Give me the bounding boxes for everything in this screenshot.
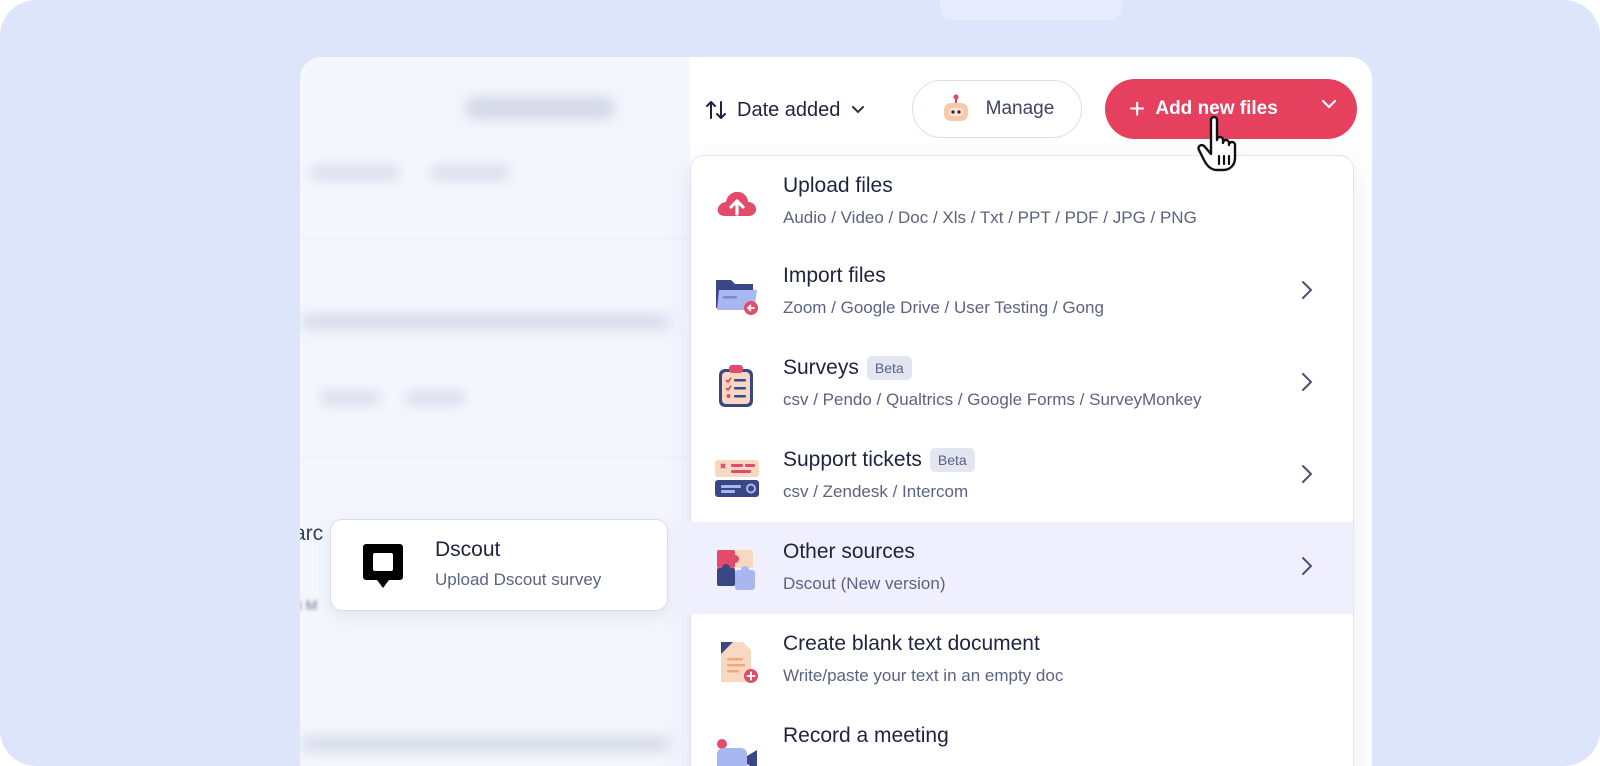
app-window: arc ri M Date added Manag: [300, 57, 1372, 766]
chevron-right-icon: [1302, 557, 1313, 575]
menu-item-title: Surveys Beta: [783, 356, 912, 380]
partial-row-text: arc: [300, 522, 324, 545]
submenu-item-title: Dscout: [435, 538, 501, 561]
chevron-right-icon: [1302, 465, 1313, 483]
chevron-down-icon: [852, 106, 865, 114]
partial-row-meta: ri M: [300, 597, 318, 613]
menu-item-title: Record a meeting: [783, 724, 949, 747]
menu-item-subtitle: Audio / Video / Doc / Xls / Txt / PPT / …: [783, 208, 1197, 227]
document-add-icon: [721, 642, 758, 683]
manage-label: Manage: [985, 98, 1055, 119]
menu-item-title: Import files: [783, 264, 886, 287]
menu-item-title: Support tickets Beta: [783, 448, 975, 472]
chevron-right-icon: [1302, 281, 1313, 299]
blur-block: [300, 737, 670, 751]
blur-divider: [300, 237, 690, 238]
blur-block: [465, 97, 615, 119]
blur-block: [430, 167, 510, 179]
menu-item-support-tickets[interactable]: Support tickets Beta csv / Zendesk / Int…: [691, 430, 1353, 522]
beta-badge: Beta: [866, 356, 912, 380]
add-files-menu: Upload files Audio / Video / Doc / Xls /…: [681, 155, 1354, 766]
menu-item-subtitle: Zoom / Google Drive / User Testing / Gon…: [783, 298, 1104, 317]
chevron-right-icon: [1302, 373, 1313, 391]
clipboard-icon: [719, 365, 753, 407]
blurred-background: arc ri M: [300, 57, 690, 766]
sort-dropdown[interactable]: Date added: [705, 93, 865, 127]
blur-divider: [300, 457, 690, 458]
robot-icon: [943, 94, 968, 121]
hand-pointer-icon: [1197, 115, 1237, 172]
submenu-item-dscout[interactable]: Dscout Upload Dscout survey: [330, 519, 668, 611]
video-camera-icon: [717, 739, 757, 766]
blur-block: [300, 315, 670, 329]
cloud-upload-icon: [717, 191, 757, 216]
menu-item-import-files[interactable]: Import files Zoom / Google Drive / User …: [691, 246, 1353, 338]
chevron-down-icon[interactable]: [1321, 99, 1337, 109]
menu-item-title: Upload files: [783, 174, 893, 197]
top-decoration: [940, 0, 1122, 20]
blur-block: [405, 392, 465, 404]
folder-import-icon: [716, 280, 758, 315]
blur-block: [320, 392, 380, 404]
menu-item-subtitle: Write/paste your text in an empty doc: [783, 666, 1064, 685]
ticket-icon: [715, 460, 759, 497]
menu-item-surveys[interactable]: Surveys Beta csv / Pendo / Qualtrics / G…: [691, 338, 1353, 430]
beta-badge: Beta: [929, 448, 975, 472]
menu-item-subtitle: Dscout (New version): [783, 574, 946, 593]
sort-arrows-icon: [706, 101, 726, 119]
plus-icon: +: [1129, 93, 1146, 124]
menu-item-subtitle: csv / Zendesk / Intercom: [783, 482, 969, 501]
submenu-item-subtitle: Upload Dscout survey: [435, 570, 602, 589]
blur-block: [310, 167, 400, 179]
menu-item-subtitle: csv / Pendo / Qualtrics / Google Forms /…: [783, 390, 1202, 409]
dscout-logo-icon: [363, 544, 403, 588]
screenshot-frame: arc ri M Date added Manag: [0, 0, 1600, 766]
manage-button[interactable]: Manage: [912, 80, 1082, 138]
menu-item-title: Create blank text document: [783, 632, 1040, 655]
puzzle-icon: [717, 550, 755, 590]
menu-item-other-sources[interactable]: Other sources Dscout (New version): [681, 522, 1353, 614]
menu-item-title: Other sources: [783, 540, 915, 563]
sort-label: Date added: [737, 98, 841, 121]
menu-item-record-meeting[interactable]: Record a meeting: [691, 706, 1353, 766]
menu-item-blank-document[interactable]: Create blank text document Write/paste y…: [691, 614, 1353, 706]
